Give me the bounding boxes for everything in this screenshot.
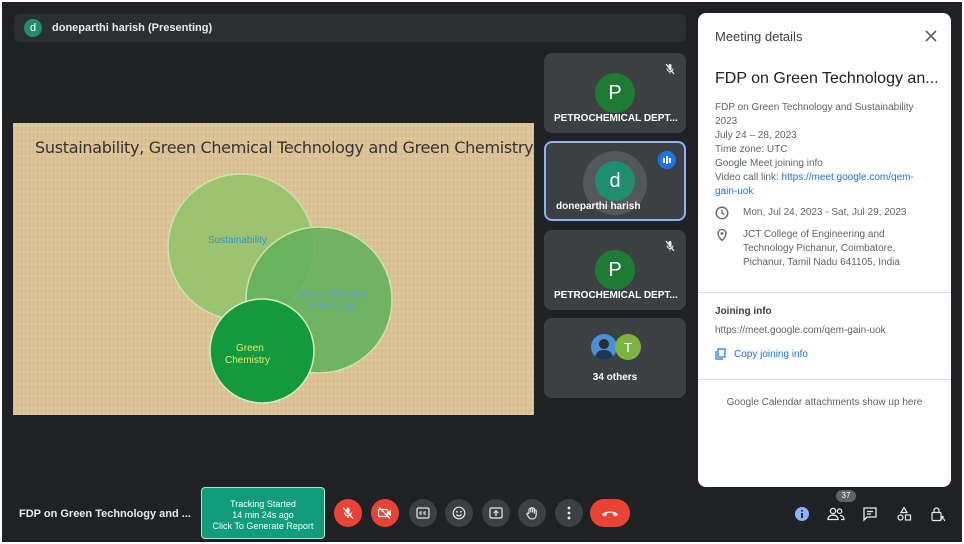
camera-off-icon xyxy=(377,507,391,519)
mic-off-icon xyxy=(665,240,675,252)
reactions-button[interactable] xyxy=(445,499,473,527)
lock-person-icon xyxy=(931,507,945,522)
presenter-bar: d doneparthi harish (Presenting) xyxy=(14,14,686,42)
description-line: July 24 – 28, 2023 xyxy=(715,130,797,141)
present-icon xyxy=(489,507,503,519)
phone-hangup-icon xyxy=(602,511,618,517)
date-row: Mon, Jul 24, 2023 - Sat, Jul 29, 2023 xyxy=(715,206,945,222)
audio-level-icon xyxy=(658,151,676,169)
info-icon xyxy=(795,507,809,521)
meeting-info-button[interactable] xyxy=(792,504,812,524)
participant-tile[interactable]: P PETROCHEMICAL DEPT... xyxy=(544,230,686,310)
copy-joining-info-button[interactable]: Copy joining info xyxy=(715,348,808,360)
description-line: 2023 xyxy=(715,116,738,127)
avatar: P xyxy=(595,250,635,290)
meeting-details-panel: Meeting details FDP on Green Technology … xyxy=(698,13,951,487)
more-options-button[interactable] xyxy=(555,499,583,527)
venn-diagram: Sustainability Green Chemical Technology… xyxy=(167,173,393,404)
video-link-line: Video call link: https://meet.google.com… xyxy=(715,171,940,185)
emoji-icon xyxy=(452,506,466,520)
participant-name: doneparthi harish xyxy=(556,201,641,212)
clock-icon xyxy=(715,206,729,220)
chat-icon xyxy=(863,507,877,522)
presenter-label: doneparthi harish (Presenting) xyxy=(52,22,213,34)
copy-icon xyxy=(715,348,726,360)
hand-icon xyxy=(526,507,537,520)
participant-photo xyxy=(591,334,617,360)
joining-url: https://meet.google.com/qem-gain-uok xyxy=(715,325,886,336)
tracking-status: Tracking Started xyxy=(230,499,296,509)
others-count: 34 others xyxy=(592,372,638,383)
others-tile[interactable]: T 34 others xyxy=(544,318,686,398)
technology-label: Technology xyxy=(306,301,357,312)
location-line: Technology Pichanur, Coimbatore, xyxy=(743,243,896,254)
camera-toggle-button[interactable] xyxy=(371,499,399,527)
location-line: Pichanur, Tamil Nadu 641105, India xyxy=(743,257,900,268)
description-line: Time zone: UTC xyxy=(715,144,788,155)
copy-joining-info-label: Copy joining info xyxy=(734,348,808,360)
presenter-avatar: d xyxy=(24,19,42,37)
host-controls-button[interactable] xyxy=(928,504,948,524)
end-call-button[interactable] xyxy=(590,499,630,527)
location-pin-icon xyxy=(717,228,727,242)
video-link-label: Video call link: xyxy=(715,172,782,183)
divider xyxy=(698,379,951,380)
meeting-name: FDP on Green Technology and ... xyxy=(19,508,191,520)
close-icon[interactable] xyxy=(922,27,940,45)
video-call-link[interactable]: https://meet.google.com/qem- xyxy=(782,172,914,183)
captions-button[interactable] xyxy=(409,499,437,527)
more-vert-icon xyxy=(567,506,571,520)
joining-info-label: Joining info xyxy=(715,306,772,317)
location-text: JCT College of Engineering and Technolog… xyxy=(743,228,900,270)
active-speaker-tile[interactable]: d doneparthi harish xyxy=(544,141,686,221)
participant-tile[interactable]: P PETROCHEMICAL DEPT... xyxy=(544,53,686,133)
location-row: JCT College of Engineering and Technolog… xyxy=(715,228,945,272)
avatar: P xyxy=(595,73,635,113)
divider xyxy=(698,292,951,293)
captions-icon xyxy=(416,507,430,519)
sustainability-label: Sustainability xyxy=(208,235,267,246)
tracking-elapsed: 14 min 24s ago xyxy=(232,510,294,520)
activities-button[interactable] xyxy=(894,504,914,524)
meeting-description: FDP on Green Technology and Sustainabili… xyxy=(715,101,940,199)
green-label: Green xyxy=(236,343,264,354)
participant-name: PETROCHEMICAL DEPT... xyxy=(554,113,678,124)
green-chemical-label: Green Chemical xyxy=(296,289,368,300)
raise-hand-button[interactable] xyxy=(518,499,546,527)
meet-window: d doneparthi harish (Presenting) Sustain… xyxy=(2,2,962,542)
meeting-title: FDP on Green Technology an... xyxy=(715,70,937,87)
activities-icon xyxy=(897,506,912,521)
tracking-report-button[interactable]: Tracking Started 14 min 24s ago Click To… xyxy=(201,487,325,539)
tracking-action: Click To Generate Report xyxy=(212,521,314,531)
attachments-note: Google Calendar attachments show up here xyxy=(726,397,923,408)
location-line: JCT College of Engineering and xyxy=(743,229,885,240)
description-line: Google Meet joining info xyxy=(715,158,823,169)
shared-slide: Sustainability, Green Chemical Technolog… xyxy=(13,123,534,415)
people-count-badge: 37 xyxy=(836,490,856,502)
present-screen-button[interactable] xyxy=(482,499,510,527)
date-range: Mon, Jul 24, 2023 - Sat, Jul 29, 2023 xyxy=(743,207,907,218)
chemistry-label: Chemistry xyxy=(225,355,270,366)
avatar: d xyxy=(595,161,635,201)
participant-name: PETROCHEMICAL DEPT... xyxy=(554,290,678,301)
mic-off-icon xyxy=(342,507,354,519)
video-call-link-continued[interactable]: gain-uok xyxy=(715,185,940,199)
people-icon xyxy=(827,507,845,521)
mic-off-icon xyxy=(665,63,675,75)
people-button[interactable] xyxy=(826,504,846,524)
description-line: FDP on Green Technology and Sustainabili… xyxy=(715,102,914,113)
panel-title: Meeting details xyxy=(715,29,803,44)
mic-toggle-button[interactable] xyxy=(334,499,362,527)
avatar: T xyxy=(615,334,641,360)
chat-button[interactable] xyxy=(860,504,880,524)
